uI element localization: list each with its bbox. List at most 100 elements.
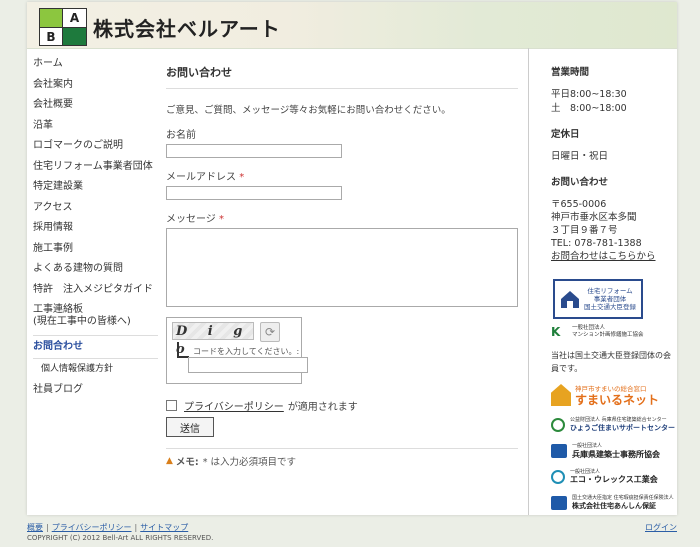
banner-text: 国土交通大臣登録	[584, 303, 636, 311]
kenchiku-association-banner[interactable]: 一般社団法人 兵庫県建築士事務所協会	[551, 443, 675, 459]
message-textarea[interactable]	[166, 228, 518, 307]
privacy-policy-link[interactable]: プライバシーポリシー	[184, 398, 284, 413]
refresh-icon[interactable]: ⟳	[260, 322, 280, 342]
arrow-icon	[177, 342, 189, 358]
house-icon	[559, 288, 581, 310]
house-icon	[551, 384, 571, 406]
nav-item-construction-board[interactable]: 工事連絡板 (現在工事中の皆様へ)	[33, 300, 158, 332]
footer-link-privacy[interactable]: プライバシーポリシー	[52, 523, 132, 532]
message-label: メッセージ *	[166, 210, 518, 225]
captcha-hint: コードを入力してください。:	[193, 347, 300, 356]
saturday-hours: 土 8:00~18:00	[551, 103, 627, 114]
page-container: A B 株式会社ベルアート ホーム 会社案内 会社概要 沿革 ロゴマークのご説明…	[27, 2, 677, 515]
banner-small-text: 神戸市すまいの総合窓口	[575, 385, 647, 393]
site-title[interactable]: 株式会社ベルアート	[93, 13, 281, 42]
nav-item-access[interactable]: アクセス	[33, 198, 158, 219]
banner-small-text: 一般社団法人	[572, 325, 606, 331]
mks-banner[interactable]: K 一般社団法人 マンション計画修繕施工協会	[551, 325, 675, 339]
holiday-text: 日曜日・祝日	[551, 151, 609, 162]
banner-text: 事業者団体	[593, 295, 627, 303]
logo-cell: A	[63, 9, 86, 27]
nav-item-history[interactable]: 沿革	[33, 116, 158, 137]
left-navigation: ホーム 会社案内 会社概要 沿革 ロゴマークのご説明 住宅リフォーム事業者団体 …	[33, 54, 158, 401]
contact-form-section: お問い合わせ ご意見、ご質問、メッセージ等々お気軽にお問い合わせください。 お名…	[166, 64, 518, 468]
captcha-image: D i g o	[172, 322, 254, 357]
name-label: お名前	[166, 126, 518, 141]
eco-logo-icon	[551, 470, 565, 484]
footer-link-overview[interactable]: 概要	[27, 523, 43, 532]
banner-text: 住宅リフォーム	[587, 287, 633, 295]
email-label-text: メールアドレス	[166, 172, 236, 183]
page-title: お問い合わせ	[166, 64, 518, 89]
nav-item-home[interactable]: ホーム	[33, 54, 158, 75]
right-sidebar: 営業時間 平日8:00~18:30 土 8:00~18:00 定休日 日曜日・祝…	[528, 48, 678, 515]
logo-cell	[63, 27, 86, 45]
logo-cell: B	[40, 27, 63, 45]
building-logo-icon	[551, 444, 567, 458]
contact-title: お問い合わせ	[551, 177, 609, 188]
banner-text: すまいるネット	[575, 393, 660, 407]
privacy-consent: プライバシーポリシー が適用されます	[166, 398, 518, 413]
nav-item-recruit[interactable]: 採用情報	[33, 218, 158, 239]
nav-item-logo-explanation[interactable]: ロゴマークのご説明	[33, 136, 158, 157]
required-mark: *	[219, 214, 224, 225]
name-label-text: お名前	[166, 130, 196, 141]
sumairu-net-banner[interactable]: 神戸市すまいの総合窓口 すまいるネット	[551, 383, 675, 407]
form-memo: ▲ メモ: * は入力必須項目です	[166, 448, 518, 468]
site-footer: 概要 | プライバシーポリシー | サイトマップ COPYRIGHT (C) 2012 …	[27, 522, 677, 542]
copyright: COPYRIGHT (C) 2012 Bell-Art ALL RIGHTS R…	[27, 534, 214, 542]
site-header: A B 株式会社ベルアート	[27, 2, 677, 49]
nav-item-works[interactable]: 施工事例	[33, 239, 158, 260]
privacy-suffix: が適用されます	[287, 402, 358, 413]
nav-item-faq[interactable]: よくある建物の質問	[33, 259, 158, 280]
logo-cell	[40, 9, 63, 27]
eco-urex-banner[interactable]: 一般社団法人 エコ・ウレックス工業会	[551, 469, 675, 485]
footer-link-sitemap[interactable]: サイトマップ	[140, 523, 188, 532]
reform-association-banner[interactable]: 住宅リフォーム 事業者団体 国土交通大臣登録	[553, 279, 643, 319]
weekday-hours: 平日8:00~18:30	[551, 89, 627, 100]
anshin-hosho-banner[interactable]: 国土交通大臣指定 住宅瑕疵担保責任保険法人 株式会社住宅あんしん保証	[551, 495, 675, 511]
nav-item-label: 工事連絡板	[33, 304, 83, 315]
mks-logo-icon: K	[551, 325, 561, 339]
captcha-widget: D i g o ⟳ コードを入力してください。:	[166, 317, 308, 384]
banner-text: ひょうご住まいサポートセンター	[570, 424, 675, 432]
captcha-input[interactable]	[188, 357, 308, 373]
holiday-title: 定休日	[551, 129, 580, 140]
hyogo-support-banner[interactable]: 公益財団法人 兵庫県住宅建築総合センター ひょうご住まいサポートセンター	[551, 417, 675, 433]
address-line: ３丁目９番７号	[551, 225, 618, 236]
name-input[interactable]	[166, 144, 342, 158]
address-line: 神戸市垂水区本多聞	[551, 212, 637, 223]
nav-item-patent[interactable]: 特許 注入メジピタガイド	[33, 280, 158, 301]
postal-code: 〒655-0006	[551, 199, 607, 210]
banner-text: 株式会社住宅あんしん保証	[572, 502, 656, 510]
nav-item-construction-license[interactable]: 特定建設業	[33, 177, 158, 198]
email-label: メールアドレス *	[166, 168, 518, 183]
message-label-text: メッセージ	[166, 214, 216, 225]
anshin-logo-icon	[551, 496, 567, 510]
nav-item-contact[interactable]: お問合わせ	[33, 335, 158, 359]
nav-item-company-info[interactable]: 会社案内	[33, 75, 158, 96]
form-intro: ご意見、ご質問、メッセージ等々お気軽にお問い合わせください。	[166, 105, 451, 116]
hours-title: 営業時間	[551, 67, 590, 78]
banner-text: 兵庫県建築士事務所協会	[572, 449, 660, 459]
nav-item-reform-association[interactable]: 住宅リフォーム事業者団体	[33, 157, 158, 178]
login-link[interactable]: ログイン	[645, 522, 677, 533]
memo-text: * は入力必須項目です	[202, 457, 297, 468]
nav-item-label: (現在工事中の皆様へ)	[33, 316, 131, 327]
nav-item-company-overview[interactable]: 会社概要	[33, 95, 158, 116]
circle-logo-icon	[551, 418, 565, 432]
banner-text: エコ・ウレックス工業会	[570, 475, 658, 484]
nav-item-staff-blog[interactable]: 社員ブログ	[33, 380, 158, 401]
contact-link[interactable]: お問合わせはこちらから	[551, 251, 656, 262]
banner-text: マンション計画修繕施工協会	[572, 332, 644, 338]
submit-button[interactable]: 送信	[166, 417, 214, 437]
memo-label: メモ:	[175, 457, 199, 468]
membership-note: 当社は国土交通大臣登録団体の会員です。	[551, 351, 671, 373]
phone-number: TEL: 078-781-1388	[551, 238, 642, 249]
required-mark: *	[239, 172, 245, 183]
nav-item-privacy-policy[interactable]: 個人情報保護方針	[33, 359, 158, 380]
privacy-checkbox[interactable]	[166, 400, 177, 411]
site-logo[interactable]: A B	[39, 8, 87, 46]
warning-icon: ▲	[166, 456, 173, 466]
email-input[interactable]	[166, 186, 342, 200]
